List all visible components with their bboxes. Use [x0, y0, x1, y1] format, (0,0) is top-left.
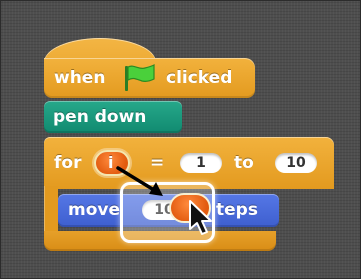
drag-arrow-icon	[116, 166, 163, 196]
drag-overlay	[116, 166, 212, 235]
arrow-cursor-icon	[189, 200, 212, 235]
